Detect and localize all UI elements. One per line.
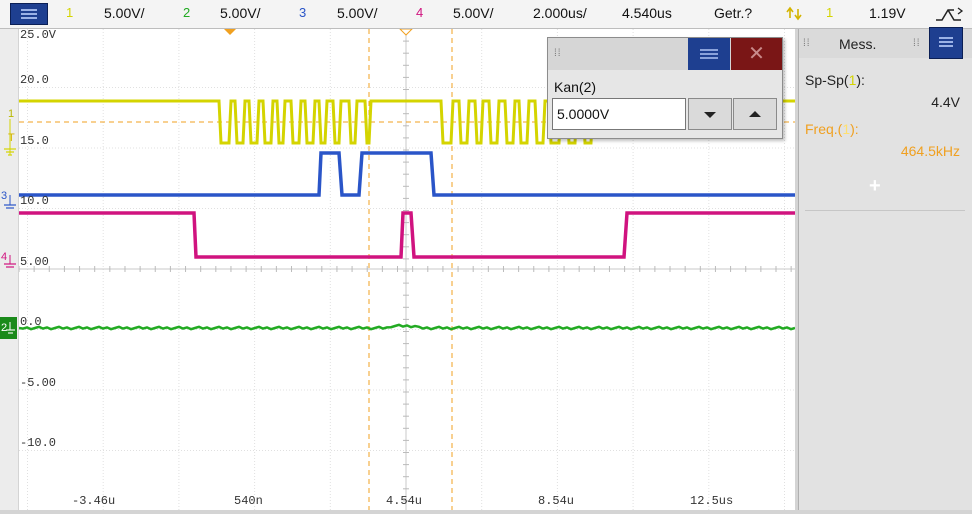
increment-button[interactable] [733,98,777,130]
status-bar: 1 5.00V/ 2 5.00V/ 3 5.00V/ 4 5.00V/ 2.00… [0,0,972,29]
ch2-ground-marker[interactable]: 2 [0,317,17,339]
decrement-button[interactable] [688,98,732,130]
y-axis-label: 10.0 [20,194,49,208]
drag-grip-icon[interactable]: ⁞⁞ [803,38,811,49]
drag-grip-icon[interactable]: ⁞⁞ [554,48,562,59]
trigger-level[interactable]: 1.19V [869,5,906,21]
ch1-level-marker-label: T [8,132,15,144]
x-axis-label: 540n [234,494,263,508]
panel-menu-button[interactable] [929,27,963,59]
trigger-mode[interactable]: Getr.? [714,5,752,21]
y-axis-label: -10.0 [20,436,57,450]
y-axis-label: 0.0 [20,315,42,329]
ch2-waveform [19,323,795,331]
ch2-scale[interactable]: 5.00V/ [220,5,260,21]
x-axis-label: 4.54u [386,494,423,508]
timebase-value[interactable]: 2.000us/ [533,5,587,21]
x-axis-label: -3.46u [72,494,116,508]
ch3-marker-label: 3 [1,190,7,202]
ch4-ground-marker[interactable]: 4 [1,251,16,268]
delay-value[interactable]: 4.540us [622,5,672,21]
measurement-label: Freq.(1): [805,121,859,137]
channel-offset-dialog: ⁞⁞ ✕ Kan(2) 5.0000V [547,37,783,139]
delay-marker [224,29,236,35]
trigger-channel[interactable]: 1 [826,5,833,20]
ch2-label[interactable]: 2 [183,5,190,20]
ch1-label[interactable]: 1 [66,5,73,20]
ch4-label[interactable]: 4 [416,5,423,20]
arrow-down-icon [704,112,716,118]
ch4-marker-label: 4 [1,251,7,263]
y-axis-label: 15.0 [20,134,49,148]
ch3-ground-marker[interactable]: 3 [1,190,16,209]
dialog-label: Kan(2) [554,79,597,95]
channel-marker-strip: 1 T 3 4 2 [0,29,18,510]
ch1-scale[interactable]: 5.00V/ [104,5,144,21]
ch1-marker-label: 1 [8,108,14,120]
ch3-scale[interactable]: 5.00V/ [337,5,377,21]
measurement-value: 4.4V [931,94,960,110]
y-axis-label: 25.0V [20,28,57,42]
drag-grip-icon[interactable]: ⁞⁞ [913,38,921,49]
trigger-edge-icon[interactable] [786,4,806,24]
ch4-scale[interactable]: 5.00V/ [453,5,493,21]
add-measurement-button[interactable]: + [869,175,881,198]
dialog-menu-button[interactable] [688,38,730,70]
x-axis-label: 8.54u [538,494,575,508]
trigger-position-marker [399,29,413,36]
arrow-up-icon [749,111,761,117]
menu-icon[interactable] [10,3,48,25]
slope-either-icon[interactable] [934,5,964,25]
measurement-panel: ⁞⁞ Mess. ⁞⁞ Sp-Sp(1): 4.4V Freq.(1): 464… [798,27,972,510]
y-axis-label: 5.00 [20,255,49,269]
y-axis-label: -5.00 [20,376,57,390]
ch1-trigger-level-marker[interactable]: T [8,132,15,144]
dialog-close-button[interactable]: ✕ [731,38,782,70]
panel-header[interactable]: ⁞⁞ Mess. ⁞⁞ [799,27,972,59]
ch3-label[interactable]: 3 [299,5,306,20]
y-axis-label: 20.0 [20,73,49,87]
panel-title: Mess. [839,36,877,52]
measurement-label: Sp-Sp(1): [805,72,865,88]
ch2-marker-label: 2 [1,322,7,334]
bottom-border [0,510,972,514]
offset-value-field[interactable]: 5.0000V [552,98,686,130]
measurement-value: 464.5kHz [900,143,960,159]
divider [805,210,965,211]
x-axis-label: 12.5us [690,494,734,508]
